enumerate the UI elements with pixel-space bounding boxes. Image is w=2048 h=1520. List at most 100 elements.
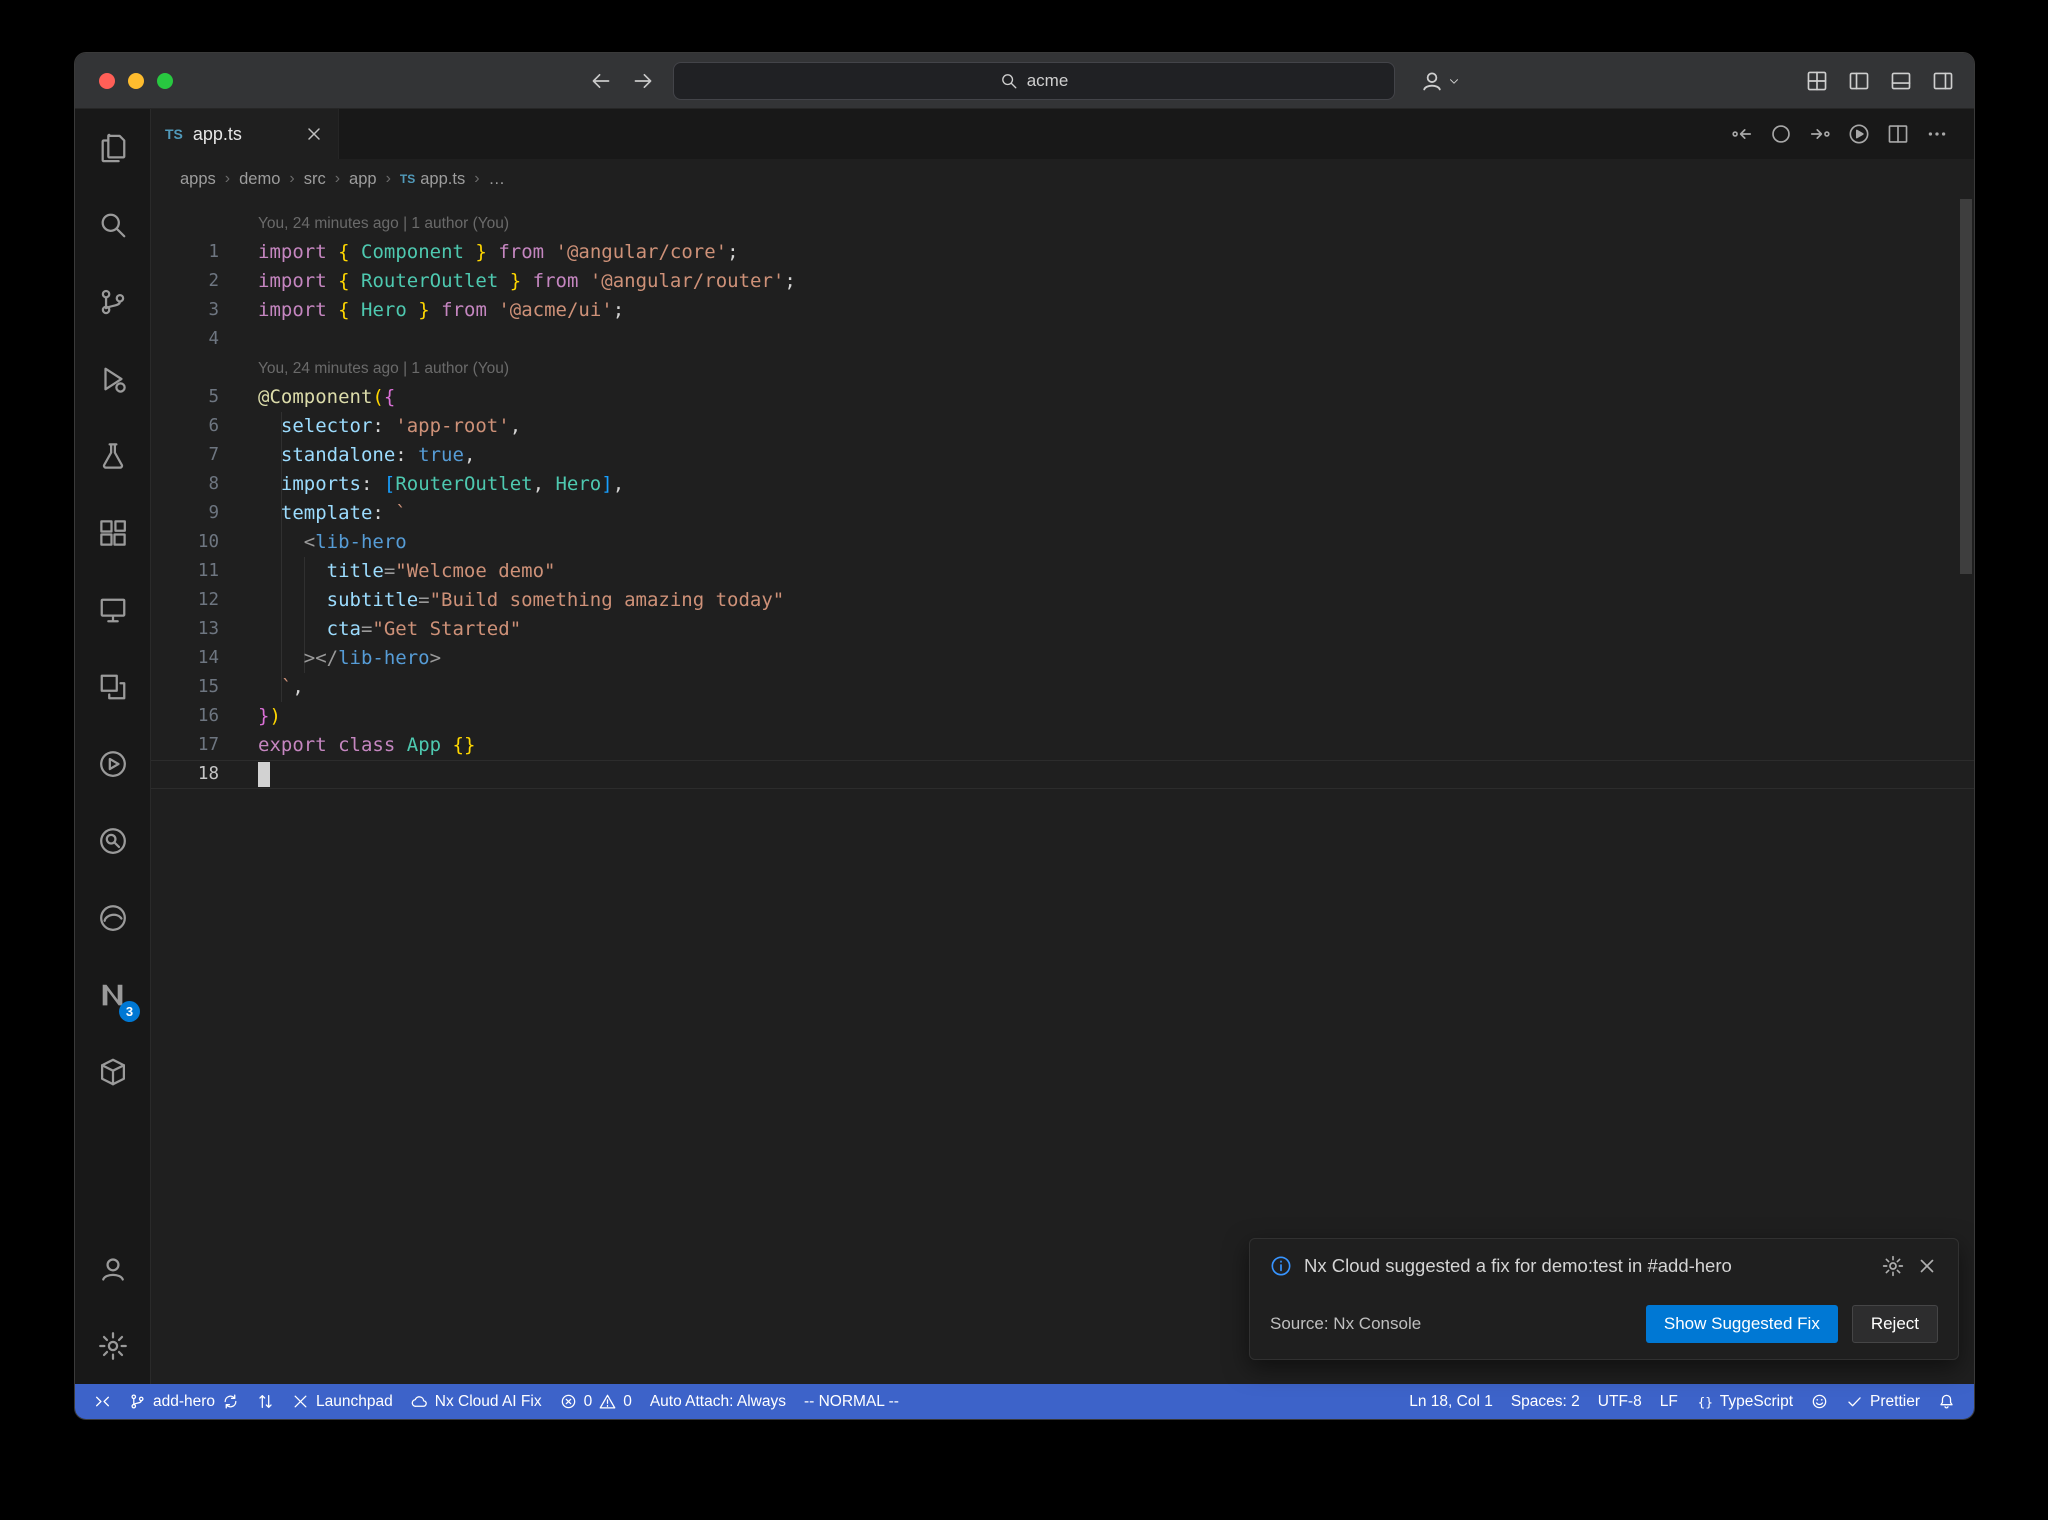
line-number[interactable]: 7 [151,441,219,470]
activity-code-search[interactable] [75,802,151,879]
status-encoding[interactable]: UTF-8 [1589,1384,1651,1419]
toggle-secondary-sidebar-icon[interactable] [1932,70,1954,92]
code-line[interactable]: 15 `, [151,673,1974,702]
line-number[interactable]: 15 [151,673,219,702]
arrow-left-icon[interactable] [590,70,612,92]
code-line[interactable]: 14 ></lib-hero> [151,644,1974,673]
breadcrumb-item[interactable]: src [304,170,326,189]
code-line[interactable]: 16}) [151,702,1974,731]
activity-source-control[interactable] [75,263,151,340]
code-editor[interactable]: You, 24 minutes ago | 1 author (You) 1 imp… [151,199,1974,1384]
notification-settings-gear-icon[interactable] [1882,1255,1904,1277]
code-line[interactable]: 13 cta="Get Started" [151,615,1974,644]
code-line[interactable]: 8 imports: [RouterOutlet, Hero], [151,470,1974,499]
activity-workspaces[interactable] [75,648,151,725]
line-number[interactable]: 17 [151,731,219,760]
command-center-search[interactable]: acme [673,62,1395,100]
close-button[interactable] [99,73,115,89]
line-number[interactable]: 14 [151,644,219,673]
prev-change-icon[interactable] [1731,123,1753,145]
activity-run-debug[interactable] [75,340,151,417]
run-file-icon[interactable] [1848,123,1870,145]
line-number[interactable]: 8 [151,470,219,499]
line-number[interactable]: 1 [151,238,219,267]
breadcrumb-item[interactable]: apps [180,170,216,189]
line-number[interactable]: 16 [151,702,219,731]
activity-nx-console[interactable]: 3 [75,956,151,1033]
activity-search[interactable] [75,186,151,263]
line-number[interactable] [151,209,219,238]
minimize-button[interactable] [128,73,144,89]
code-line[interactable]: 7 standalone: true, [151,441,1974,470]
customize-layout-icon[interactable] [1806,70,1828,92]
show-suggested-fix-button[interactable]: Show Suggested Fix [1645,1305,1838,1343]
code-line[interactable]: 3 import { Hero } from '@acme/ui'; [151,296,1974,325]
status-indentation[interactable]: Spaces: 2 [1502,1384,1589,1419]
activity-explorer[interactable] [75,109,151,186]
status-remote-indicator[interactable] [85,1384,120,1419]
account-menu[interactable] [1420,53,1461,109]
code-line[interactable]: 5 @Component({ [151,383,1974,412]
code-line[interactable]: 18 [151,760,1974,789]
code-line[interactable]: 4 [151,325,1974,354]
activity-swirl-logo[interactable] [75,879,151,956]
line-number[interactable]: 2 [151,267,219,296]
line-number[interactable] [151,354,219,383]
status-auto-attach[interactable]: Auto Attach: Always [641,1384,795,1419]
code-line[interactable]: 6 selector: 'app-root', [151,412,1974,441]
status-problems[interactable]: 00 [551,1384,641,1419]
activity-accounts[interactable] [75,1230,151,1307]
code-line[interactable]: 12 subtitle="Build something amazing tod… [151,586,1974,615]
toggle-panel-icon[interactable] [1890,70,1912,92]
status-notifications-bell[interactable] [1929,1384,1964,1419]
line-number[interactable]: 5 [151,383,219,412]
breadcrumb-item[interactable]: … [489,170,506,189]
status-formatter[interactable]: Prettier [1837,1384,1929,1419]
scrollbar-thumb[interactable] [1960,199,1972,574]
status-language-mode[interactable]: {} TypeScript [1687,1384,1802,1419]
blame-annotation[interactable]: You, 24 minutes ago | 1 author (You) [151,354,1974,383]
status-nx-cloud-ai-fix[interactable]: Nx Cloud AI Fix [402,1384,551,1419]
zoom-button[interactable] [157,73,173,89]
line-number[interactable]: 6 [151,412,219,441]
activity-nx-run[interactable] [75,725,151,802]
line-number[interactable]: 9 [151,499,219,528]
split-editor-icon[interactable] [1887,123,1909,145]
reject-button[interactable]: Reject [1851,1305,1938,1343]
line-number[interactable]: 13 [151,615,219,644]
tab-close-icon[interactable] [304,124,324,144]
breadcrumb-item[interactable]: TS app.ts [400,170,465,189]
toggle-sidebar-icon[interactable] [1848,70,1870,92]
activity-remote-explorer[interactable] [75,571,151,648]
code-line[interactable]: 10 <lib-hero [151,528,1974,557]
next-change-icon[interactable] [1809,123,1831,145]
code-line[interactable]: 11 title="Welcmoe demo" [151,557,1974,586]
activity-container[interactable] [75,1033,151,1110]
line-number[interactable]: 12 [151,586,219,615]
breadcrumb-item[interactable]: app [349,170,377,189]
line-number[interactable]: 10 [151,528,219,557]
status-cursor-position[interactable]: Ln 18, Col 1 [1400,1384,1502,1419]
status-vim-mode[interactable]: -- NORMAL -- [795,1384,908,1419]
status-compare-changes[interactable] [248,1384,283,1419]
notification-close-icon[interactable] [1916,1255,1938,1277]
line-number[interactable]: 4 [151,325,219,354]
code-line[interactable]: 17 export class App {} [151,731,1974,760]
code-line[interactable]: 2 import { RouterOutlet } from '@angular/… [151,267,1974,296]
arrow-right-icon[interactable] [632,70,654,92]
activity-extensions[interactable] [75,494,151,571]
status-git-branch[interactable]: add-hero [120,1384,248,1419]
activity-testing[interactable] [75,417,151,494]
code-line[interactable]: 9 template: ` [151,499,1974,528]
activity-settings-gear[interactable] [75,1307,151,1384]
more-actions-icon[interactable] [1926,123,1948,145]
tab-app-ts[interactable]: TS app.ts [151,109,339,159]
breadcrumb-item[interactable]: demo [239,170,280,189]
line-number[interactable]: 18 [151,760,219,789]
status-feedback[interactable] [1802,1384,1837,1419]
line-number[interactable]: 11 [151,557,219,586]
blame-annotation[interactable]: You, 24 minutes ago | 1 author (You) [151,209,1974,238]
open-changes-icon[interactable] [1770,123,1792,145]
code-line[interactable]: 1 import { Component } from '@angular/cor… [151,238,1974,267]
status-eol[interactable]: LF [1651,1384,1687,1419]
